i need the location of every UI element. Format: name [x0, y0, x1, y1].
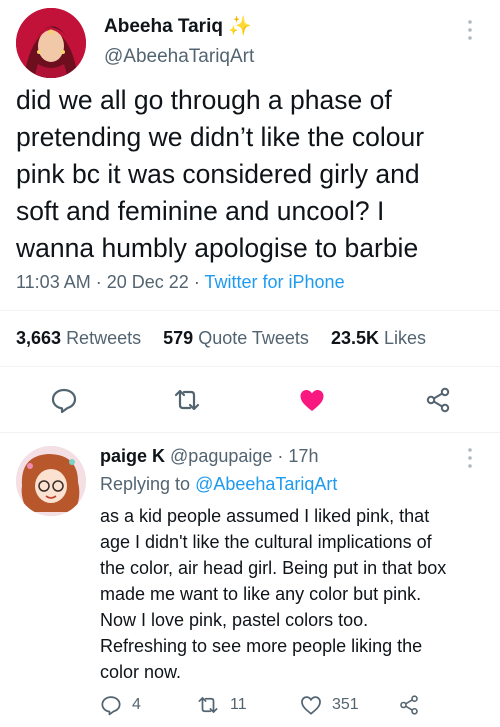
- tweet-date[interactable]: 20 Dec 22: [107, 272, 189, 292]
- author-name-text: Abeeha Tariq: [104, 16, 223, 37]
- reply-button[interactable]: [50, 386, 78, 414]
- likes-count: 23.5K: [330, 328, 380, 348]
- tweet-meta: 11:03 AM · 20 Dec 22 · Twitter for iPhon…: [16, 272, 345, 293]
- author-name[interactable]: Abeeha Tariq ✨: [104, 14, 252, 38]
- share-icon: [426, 387, 450, 413]
- tweet-source[interactable]: Twitter for iPhone: [205, 272, 345, 292]
- retweet-button[interactable]: [172, 386, 202, 414]
- divider: [0, 432, 500, 433]
- divider: [0, 366, 500, 367]
- like-icon-filled: [300, 390, 324, 411]
- reply-text-line: Now I love pink, pastel colors too.: [100, 610, 369, 630]
- reply-retweet-button[interactable]: 11: [196, 694, 247, 716]
- vertical-dots-icon: [468, 448, 472, 468]
- reply-replies-count: 4: [132, 696, 141, 713]
- share-button[interactable]: [424, 386, 452, 414]
- reply-text-line: made me want to like any color but pink.: [100, 584, 422, 604]
- reply-share-button[interactable]: [398, 694, 420, 716]
- quotes-stat[interactable]: 579 Quote Tweets: [163, 328, 309, 348]
- meta-separator: ·: [193, 272, 200, 292]
- author-avatar[interactable]: [16, 8, 86, 78]
- reply-avatar-illustration: [16, 446, 86, 516]
- reply-author-avatar[interactable]: [16, 446, 86, 516]
- reply-like-button[interactable]: 351: [300, 694, 359, 716]
- more-options-icon[interactable]: [464, 18, 476, 42]
- tweet-text-line: pink bc it was considered girly and: [16, 159, 420, 189]
- reply-text-line: as a kid people assumed I liked pink, th…: [100, 506, 430, 526]
- tweet-text-line: wanna humbly apologise to barbie: [16, 233, 419, 263]
- tweet-text-line: soft and feminine and uncool? I: [16, 196, 385, 226]
- divider: [0, 310, 500, 311]
- replying-to: Replying to @AbeehaTariqArt: [100, 474, 337, 495]
- retweets-count: 3,663: [16, 328, 62, 348]
- reply-retweets-count: 11: [230, 696, 247, 713]
- reply-icon: [101, 696, 121, 716]
- like-button[interactable]: [298, 386, 326, 414]
- reply-text-line: the color, air head girl. Being put in t…: [100, 558, 447, 578]
- quotes-label: Quote Tweets: [198, 328, 309, 348]
- tweet-text: did we all go through a phase of pretend…: [16, 82, 496, 267]
- reply-author-name[interactable]: paige K: [100, 446, 165, 466]
- retweet-icon: [174, 389, 200, 411]
- reply-header: paige K @pagupaige · 17h: [100, 446, 318, 467]
- author-handle[interactable]: @AbeehaTariqArt: [104, 46, 254, 68]
- meta-separator: ·: [95, 272, 102, 292]
- meta-separator: ·: [277, 446, 284, 466]
- reply-more-options-icon[interactable]: [464, 446, 476, 470]
- tweet-text-line: did we all go through a phase of: [16, 85, 392, 115]
- likes-label: Likes: [384, 328, 427, 348]
- reply-text: as a kid people assumed I liked pink, th…: [100, 503, 492, 685]
- retweets-label: Retweets: [66, 328, 142, 348]
- share-icon: [400, 695, 418, 715]
- tweet-text-line: pretending we didn’t like the colour: [16, 122, 425, 152]
- tweet-stats: 3,663 Retweets 579 Quote Tweets 23.5K Li…: [16, 328, 426, 349]
- likes-stat[interactable]: 23.5K Likes: [331, 328, 426, 348]
- replying-to-handle[interactable]: @AbeehaTariqArt: [195, 474, 337, 494]
- replying-to-label: Replying to: [100, 474, 191, 494]
- reply-likes-count: 351: [332, 696, 359, 713]
- quotes-count: 579: [163, 328, 194, 348]
- retweet-icon: [198, 697, 218, 713]
- reply-text-line: color now.: [100, 662, 182, 682]
- like-icon: [301, 696, 321, 715]
- vertical-dots-icon: [468, 20, 472, 40]
- retweets-stat[interactable]: 3,663 Retweets: [16, 328, 141, 348]
- reply-icon: [51, 388, 77, 414]
- reply-author-handle[interactable]: @pagupaige: [170, 446, 272, 466]
- reply-reply-button[interactable]: 4: [100, 694, 141, 716]
- sparkle-icon: ✨: [228, 16, 252, 37]
- tweet-time[interactable]: 11:03 AM: [16, 272, 91, 292]
- reply-time[interactable]: 17h: [288, 446, 318, 466]
- avatar-illustration: [16, 8, 86, 78]
- reply-text-line: age I didn't like the cultural implicati…: [100, 532, 432, 552]
- reply-text-line: Refreshing to see more people liking the: [100, 636, 423, 656]
